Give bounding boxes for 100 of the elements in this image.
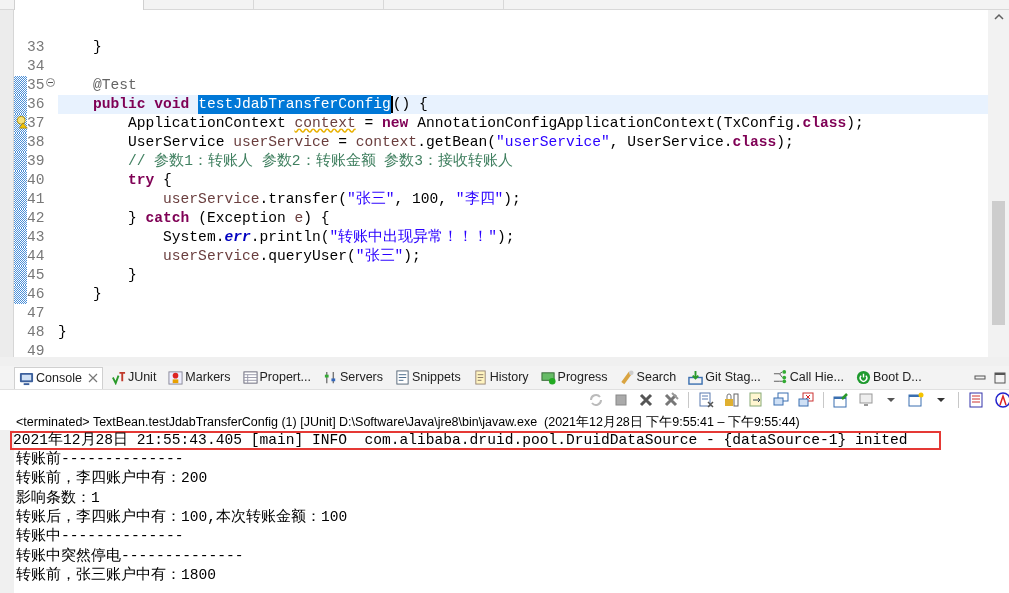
line-number: 36 xyxy=(27,95,45,114)
line-number: 46 xyxy=(27,285,45,304)
view-tab[interactable]: JUnit xyxy=(106,366,161,389)
clear-console-icon[interactable] xyxy=(698,392,714,408)
display-console-icon[interactable] xyxy=(858,392,874,408)
collapse-icon[interactable] xyxy=(45,78,55,87)
circle-letter-icon[interactable] xyxy=(993,392,1009,408)
console-status: <terminated> TextBean.testJdabTransferConfig (1) [JUnit] D:\Software\Java\jre8\bin\javaw.exe (2021年12月28日 下午9:55:41 – 下午9:55:44) xyxy=(16,414,800,430)
console-line: 转账后，李四账户中有：100,本次转账金额：100 xyxy=(16,509,348,527)
code-text: () { xyxy=(392,95,428,114)
stop-icon[interactable] xyxy=(613,392,629,408)
code-text: } xyxy=(128,266,137,285)
code-text: .getBean( xyxy=(417,133,496,152)
line-number: 47 xyxy=(27,304,45,323)
console-line: 转账前，李四账户中有：200 xyxy=(16,470,208,488)
line-number: 44 xyxy=(27,247,45,266)
list-icon[interactable] xyxy=(968,392,984,408)
variable-name: userService xyxy=(163,247,260,266)
console-line: 影响条数：1 xyxy=(16,489,100,507)
scrollbar-thumb[interactable] xyxy=(992,201,1005,325)
remove-icon[interactable] xyxy=(638,392,654,408)
console-error-icon[interactable] xyxy=(798,392,814,408)
variable-name: context xyxy=(355,133,418,152)
code-text: } xyxy=(93,38,102,57)
view-tab[interactable]: Call Hie... xyxy=(768,366,848,389)
line-number: 42 xyxy=(27,209,45,228)
code-text: AnnotationConfigApplicationContext(TxConfig. xyxy=(417,114,803,133)
code-text: ApplicationContext xyxy=(128,114,286,133)
line-number: 49 xyxy=(27,342,45,361)
lightbulb-warning-icon[interactable] xyxy=(15,115,30,129)
code-text: ); xyxy=(503,190,521,209)
view-tab[interactable]: Search xyxy=(615,366,681,389)
code-text: = xyxy=(364,114,374,133)
view-tab[interactable]: Markers xyxy=(164,366,235,389)
lock-icon[interactable] xyxy=(723,392,739,408)
string-literal: "李四" xyxy=(455,190,504,209)
keyword: public xyxy=(93,95,146,114)
keyword: void xyxy=(154,95,190,114)
markers-icon xyxy=(168,370,184,385)
annotation: @Test xyxy=(93,76,137,95)
code-text: .transfer( xyxy=(259,190,347,209)
line-number: 45 xyxy=(27,266,45,285)
selected-text: testJdabTransferConfig xyxy=(198,95,391,114)
code-text: , 100, xyxy=(394,190,448,209)
variable-name: userService xyxy=(163,190,260,209)
variable-name: userService xyxy=(233,133,330,152)
document-icon xyxy=(472,370,488,385)
view-tab[interactable]: Snippets xyxy=(391,366,465,389)
download-tray-icon xyxy=(688,370,704,385)
line-number: 37 xyxy=(27,114,45,133)
view-tab[interactable]: Propert... xyxy=(238,366,315,389)
code-text: } xyxy=(93,285,102,304)
monitor-icon xyxy=(19,370,34,386)
view-tab[interactable]: Progress xyxy=(536,366,612,389)
code-text: } xyxy=(58,323,67,342)
console-line: 转账中突然停电-------------- xyxy=(16,547,244,565)
view-tab[interactable]: Console xyxy=(14,366,103,389)
flashlight-icon xyxy=(619,370,635,385)
keyword: class xyxy=(732,133,777,152)
code-text: (Exception xyxy=(198,209,286,228)
line-number: 34 xyxy=(27,57,45,76)
junit-icon xyxy=(110,370,126,385)
pin-icon[interactable] xyxy=(833,392,849,408)
keyword: class xyxy=(802,114,847,133)
scroll-up-icon[interactable] xyxy=(993,13,1004,21)
word-wrap-icon[interactable] xyxy=(748,392,764,408)
view-tab[interactable]: Git Stag... xyxy=(684,366,765,389)
text-cursor xyxy=(390,96,393,113)
line-number: 38 xyxy=(27,133,45,152)
code-text: = xyxy=(338,133,348,152)
code-text: ); xyxy=(497,228,515,247)
new-console-icon[interactable] xyxy=(908,392,924,408)
progress-icon xyxy=(540,370,556,385)
keyword: new xyxy=(382,114,409,133)
view-tab[interactable]: Boot D... xyxy=(852,366,926,389)
line-number: 35 xyxy=(27,76,45,95)
keyword: catch xyxy=(145,209,190,228)
warning-text: context xyxy=(294,114,356,133)
console-line: 转账前-------------- xyxy=(16,451,184,469)
console-output-icon[interactable] xyxy=(773,392,789,408)
servers-icon xyxy=(322,370,338,385)
string-literal: "张三" xyxy=(347,190,395,209)
line-number: 40 xyxy=(27,171,45,190)
code-text: ) { xyxy=(303,209,330,228)
console-line: 2021年12月28日 21:55:43.405 [main] INFO com.alibaba.druid.pool.DruidDataSource - {dataSource-1} inited xyxy=(13,432,908,449)
hierarchy-icon xyxy=(772,370,788,385)
code-text: } xyxy=(128,209,137,228)
line-number: 48 xyxy=(27,323,45,342)
console-line: 转账前，张三账户中有：1800 xyxy=(16,566,217,584)
code-text: .queryUser( xyxy=(259,247,356,266)
code-text: ); xyxy=(846,114,864,133)
string-literal: "转账中出现异常！！！" xyxy=(329,228,498,247)
string-literal: "userService" xyxy=(495,133,610,152)
code-text: .println( xyxy=(250,228,330,247)
view-tab[interactable]: Servers xyxy=(318,366,387,389)
maximize-icon[interactable] xyxy=(994,371,1006,384)
close-icon[interactable] xyxy=(87,373,98,383)
line-number: 33 xyxy=(27,38,45,57)
remove-all-icon[interactable] xyxy=(663,392,679,408)
view-tab[interactable]: History xyxy=(468,366,533,389)
